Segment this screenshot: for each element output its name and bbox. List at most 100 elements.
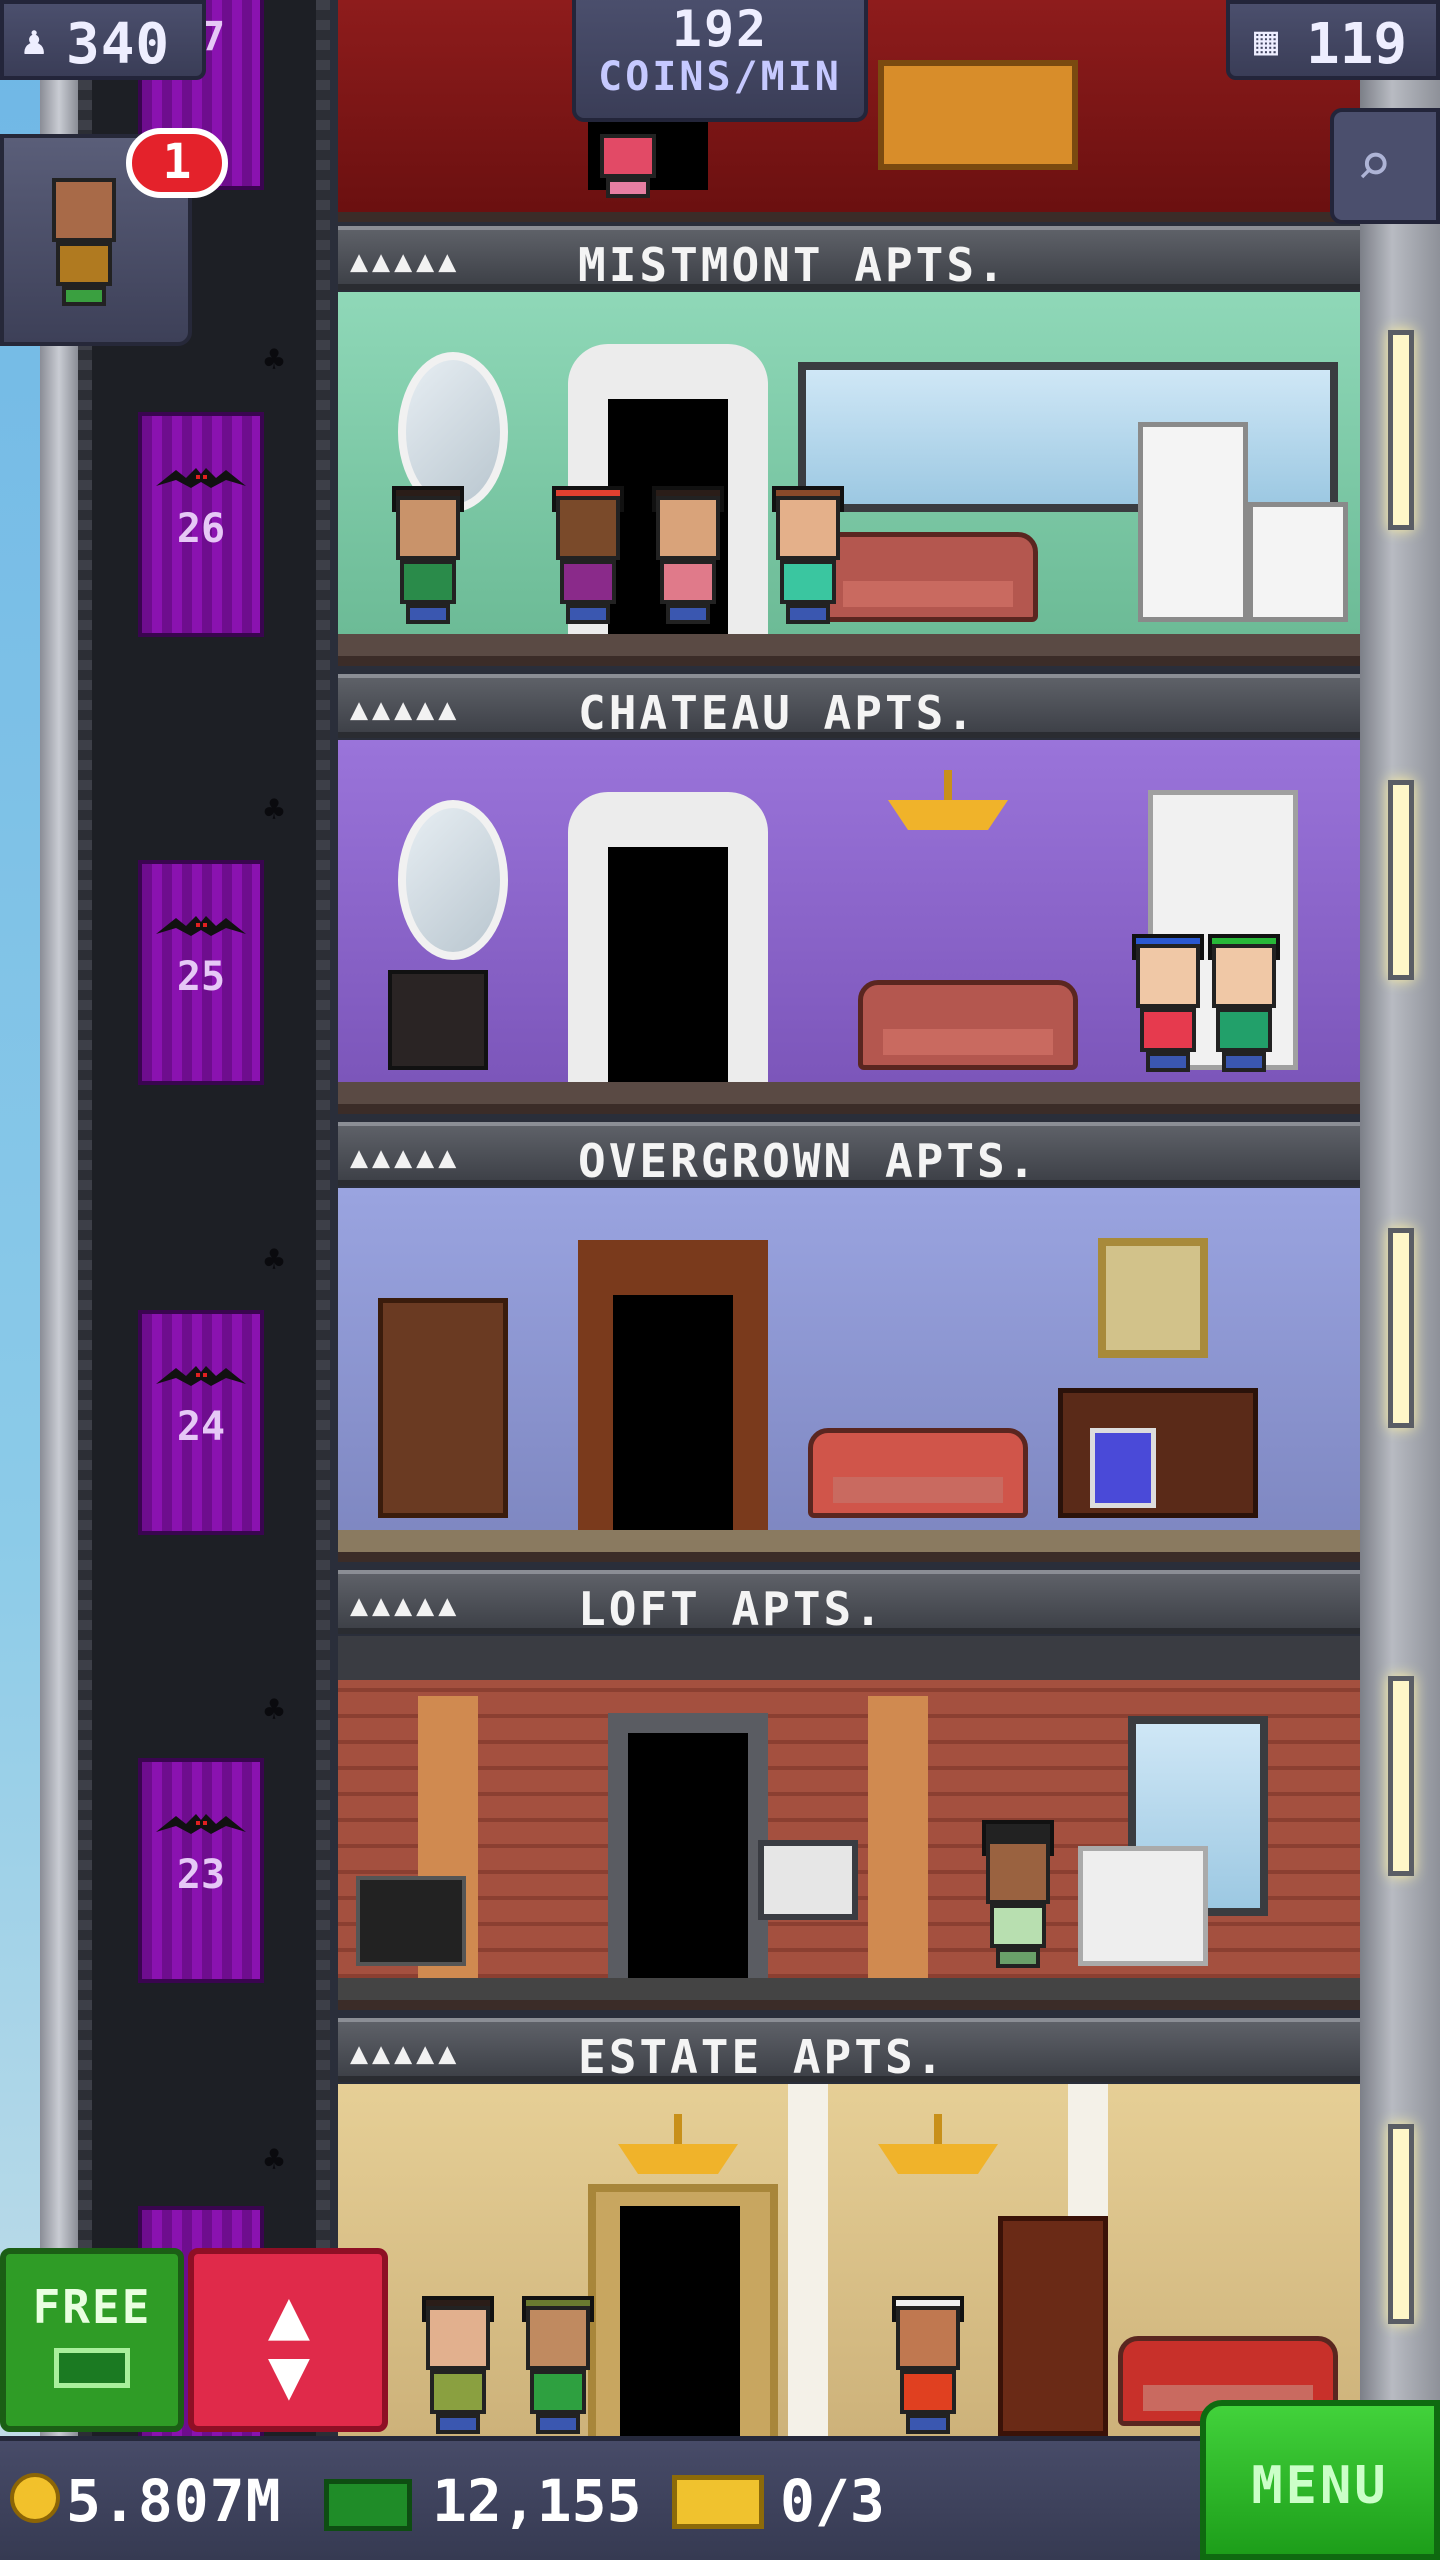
floor-stars: ▲▲▲▲▲ (350, 2036, 461, 2071)
resident[interactable] (588, 128, 668, 198)
floor-label-overgrown[interactable]: ▲▲▲▲▲ OVERGROWN APTS. (338, 1122, 1360, 1188)
door[interactable] (613, 1295, 733, 1530)
stove (1248, 502, 1348, 622)
floor-label-mistmont[interactable]: ▲▲▲▲▲ MISTMONT APTS. (338, 226, 1360, 292)
menu-label: MENU (1251, 2456, 1389, 2516)
sofa (818, 532, 1038, 622)
bat-icon (156, 1814, 246, 1834)
resident[interactable] (418, 2296, 498, 2436)
chandelier (608, 2114, 748, 2184)
room-floor (338, 634, 1360, 656)
armchair (1078, 1846, 1208, 1966)
resident[interactable] (978, 1820, 1058, 1970)
notification-badge[interactable]: 1 (126, 128, 228, 198)
chandelier (878, 770, 1018, 840)
floor-label-chateau[interactable]: ▲▲▲▲▲ CHATEAU APTS. (338, 674, 1360, 740)
elevator-floor-number: 26 (176, 506, 226, 552)
tablet-icon[interactable] (1090, 1428, 1156, 1508)
wall-light (1388, 1228, 1414, 1428)
room-mistmont[interactable] (338, 292, 1360, 666)
free-bux-button[interactable]: FREE (0, 2248, 184, 2432)
visitor-avatar (44, 168, 124, 308)
door[interactable] (620, 2206, 740, 2436)
sofa (808, 1428, 1028, 1518)
resident[interactable] (1128, 934, 1208, 1074)
wall-light (1388, 1676, 1414, 1876)
shaft-ornament-icon: ♣ (263, 2140, 285, 2180)
coins-rate-panel: 192 COINS/MIN (572, 0, 868, 122)
mirror (398, 800, 508, 960)
bux-icon (324, 2479, 412, 2531)
floor-name: ESTATE APTS. (578, 2030, 947, 2084)
floor-label-loft[interactable]: ▲▲▲▲▲ LOFT APTS. (338, 1570, 1360, 1636)
bookshelf (378, 1298, 508, 1518)
resident[interactable] (548, 486, 628, 626)
window (798, 362, 1338, 512)
room-floor (338, 1978, 1360, 2000)
bux-icon (54, 2348, 130, 2388)
bookshelf (998, 2216, 1108, 2436)
elevator-floor-number: 24 (176, 1404, 226, 1450)
tower-outer-wall (40, 0, 78, 2560)
floor-counter[interactable]: ▦ 119 (1226, 0, 1440, 80)
elevator-car-24[interactable]: 24 (138, 1310, 264, 1535)
shaft-right-rail (316, 0, 330, 2440)
menu-button[interactable]: MENU (1200, 2400, 1440, 2560)
bat-icon (156, 1366, 246, 1386)
side-table (388, 970, 488, 1070)
resident[interactable] (648, 486, 728, 626)
coins-rate-unit: COINS/MIN (598, 54, 842, 100)
elevator-floor-number: 23 (176, 1852, 226, 1898)
wall-light (1388, 330, 1414, 530)
room-floor (338, 1082, 1360, 1104)
room-overgrown[interactable] (338, 1188, 1360, 1562)
coins-rate-value: 192 (671, 0, 769, 58)
floor-label-estate[interactable]: ▲▲▲▲▲ ESTATE APTS. (338, 2018, 1360, 2084)
room-loft[interactable] (338, 1636, 1360, 2010)
shaft-ornament-icon: ♣ (263, 340, 285, 380)
door[interactable] (628, 1733, 748, 1978)
population-counter[interactable]: ♟ 340 (0, 0, 206, 80)
wall-light (1388, 2124, 1414, 2324)
sofa (858, 980, 1078, 1070)
bat-icon (156, 468, 246, 488)
ticket-icon (672, 2475, 764, 2529)
pillar (868, 1696, 928, 1996)
wall-light (1388, 780, 1414, 980)
room-chateau[interactable] (338, 740, 1360, 1114)
door[interactable] (608, 847, 728, 1082)
resident[interactable] (1204, 934, 1284, 1074)
resident[interactable] (518, 2296, 598, 2436)
room-floor (338, 1530, 1360, 1552)
elevator-arrows-icon: ▲ ▼ (267, 2273, 311, 2415)
tickets-value: 0/3 (780, 2467, 885, 2535)
elevator-car-26[interactable]: 26 (138, 412, 264, 637)
elevator-car-23[interactable]: 23 (138, 1758, 264, 1983)
elevator-car-25[interactable]: 25 (138, 860, 264, 1085)
elevator-button[interactable]: ▲ ▼ (188, 2248, 388, 2432)
coin-icon (10, 2473, 60, 2523)
coins-value: 5.807M (66, 2467, 282, 2535)
resident[interactable] (768, 486, 848, 626)
painting (758, 1840, 858, 1920)
population-value: 340 (66, 12, 171, 77)
shaft-ornament-icon: ♣ (263, 790, 285, 830)
elevator-shaft[interactable]: 27 ♣ 26 ♣ 25 ♣ 24 ♣ 23 ♣ (78, 0, 330, 2446)
person-icon: ♟ (22, 18, 47, 64)
floor-stars: ▲▲▲▲▲ (350, 1588, 461, 1623)
room-estate[interactable] (338, 2084, 1360, 2436)
column (788, 2084, 828, 2436)
magnifier-icon: ⌕ (1356, 130, 1393, 200)
chandelier (868, 2114, 1008, 2184)
elevator-floor-number: 25 (176, 954, 226, 1000)
resident[interactable] (388, 486, 468, 626)
floor-name: CHATEAU APTS. (578, 686, 978, 740)
sky-background (0, 0, 40, 2560)
floor-count-value: 119 (1306, 12, 1408, 77)
stereo (356, 1876, 466, 1966)
bed (878, 60, 1078, 170)
bat-icon (156, 916, 246, 936)
zoom-button[interactable]: ⌕ (1330, 108, 1440, 224)
floor-name: LOFT APTS. (578, 1582, 885, 1636)
resident[interactable] (888, 2296, 968, 2436)
